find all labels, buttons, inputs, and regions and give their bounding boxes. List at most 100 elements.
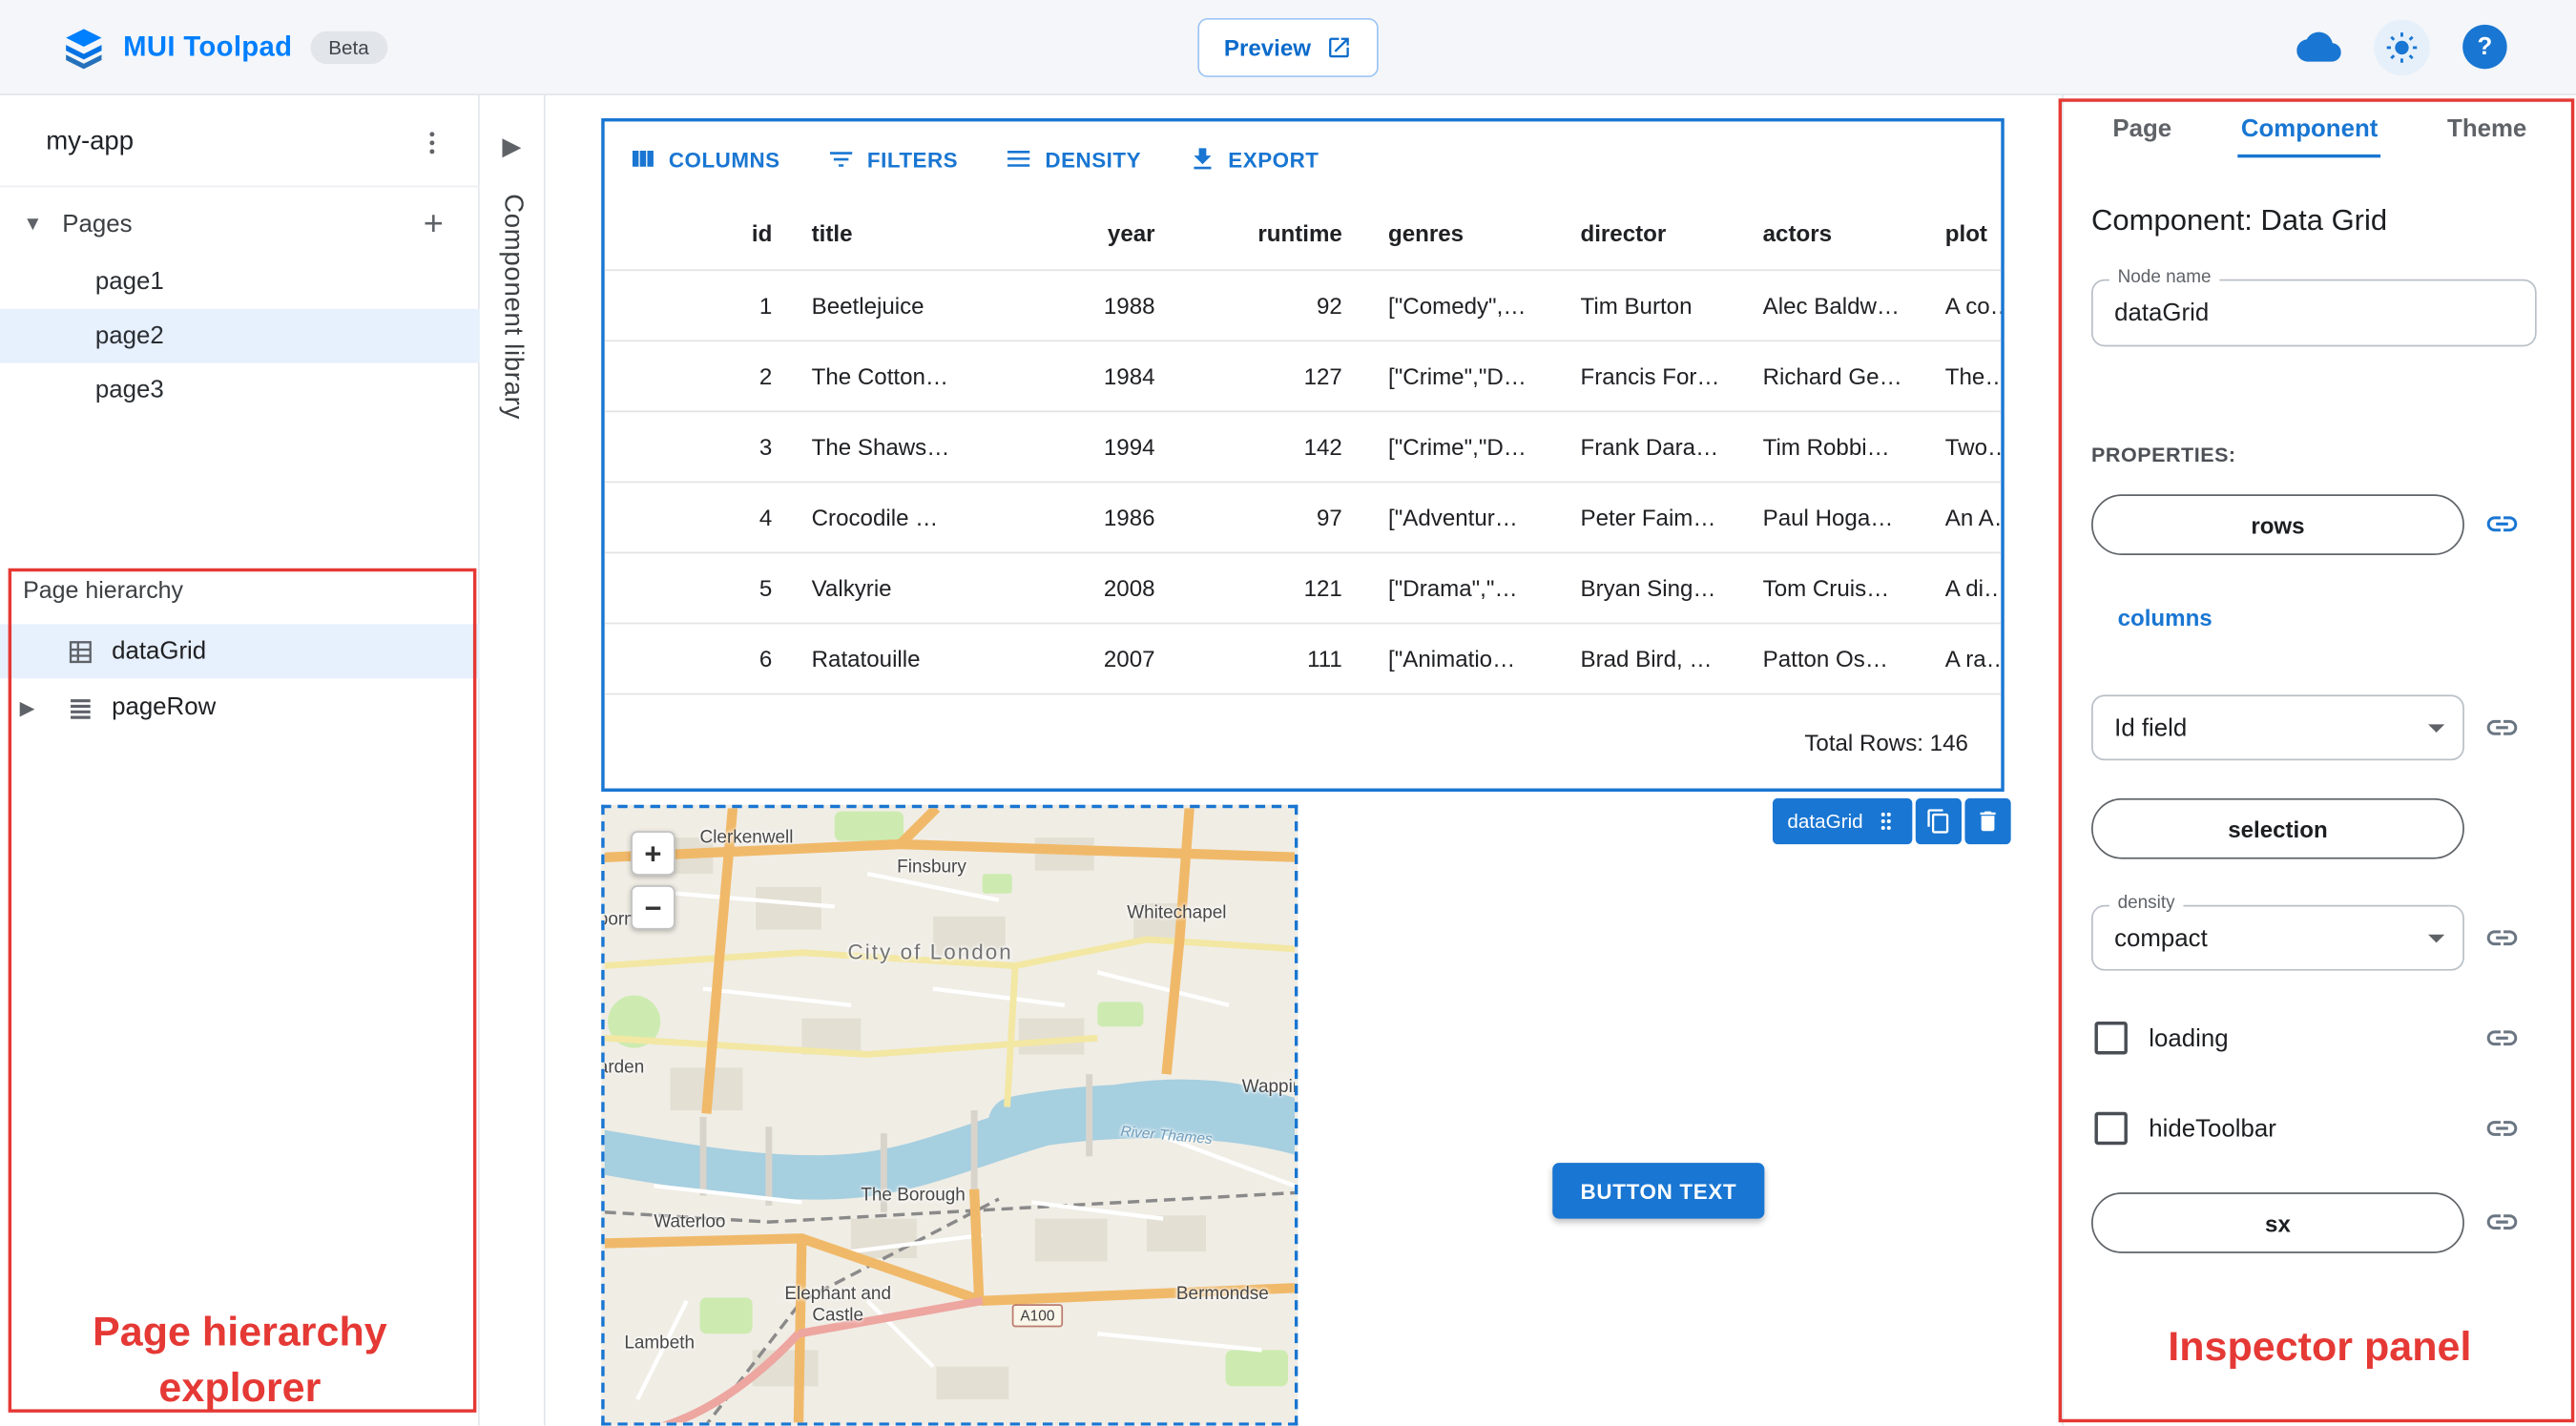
tab-component[interactable]: Component xyxy=(2237,99,2381,157)
bind-hidetoolbar-link-icon[interactable] xyxy=(2484,1110,2521,1147)
cell-actors[interactable]: Paul Hoga… xyxy=(1730,505,1912,531)
column-header-plot[interactable]: plot xyxy=(1912,220,2001,247)
cell-runtime[interactable]: 92 xyxy=(1168,293,1355,320)
zoom-out-button[interactable]: − xyxy=(631,885,675,930)
bind-sx-link-icon[interactable] xyxy=(2484,1204,2521,1240)
cell-actors[interactable]: Tim Robbi… xyxy=(1730,434,1912,461)
density-button[interactable]: DENSITY xyxy=(1004,145,1141,175)
loading-checkbox-row[interactable]: loading xyxy=(2094,1019,2229,1058)
cell-runtime[interactable]: 142 xyxy=(1168,434,1355,461)
cell-actors[interactable]: Tom Cruis… xyxy=(1730,575,1912,602)
map-component[interactable]: Clerkenwell Finsbury Whitechapel City of… xyxy=(601,804,1298,1426)
table-row[interactable]: 4 Crocodile … 1986 97 ["Adventur… Peter … xyxy=(604,481,2002,552)
chevron-down-icon[interactable]: ▼ xyxy=(0,212,42,235)
loading-checkbox[interactable] xyxy=(2094,1022,2128,1055)
cell-title[interactable]: The Cotton… xyxy=(785,363,1081,390)
sx-property-button[interactable]: sx xyxy=(2091,1192,2464,1253)
bind-id-field-link-icon[interactable] xyxy=(2484,710,2521,746)
column-header-title[interactable]: title xyxy=(785,220,1081,247)
columns-property-link[interactable]: columns xyxy=(2118,605,2212,631)
drag-indicator-icon[interactable] xyxy=(1875,810,1898,833)
table-row[interactable]: 3 The Shaws… 1994 142 ["Crime","D… Frank… xyxy=(604,410,2002,481)
cell-genres[interactable]: ["Crime","D… xyxy=(1356,363,1548,390)
table-row[interactable]: 6 Ratatouille 2007 111 ["Animatio… Brad … xyxy=(604,622,2002,693)
cell-year[interactable]: 1994 xyxy=(1081,434,1168,461)
cell-plot[interactable]: The… xyxy=(1912,363,2002,390)
cell-id[interactable]: 3 xyxy=(605,434,785,461)
cell-director[interactable]: Peter Faim… xyxy=(1548,505,1730,531)
cell-year[interactable]: 2007 xyxy=(1081,646,1168,672)
help-button[interactable]: ? xyxy=(2462,24,2507,70)
column-header-runtime[interactable]: runtime xyxy=(1168,220,1355,247)
selection-property-button[interactable]: selection xyxy=(2091,797,2464,859)
component-library-strip[interactable]: ▶ Component library xyxy=(479,94,546,1426)
column-header-director[interactable]: director xyxy=(1548,220,1730,247)
cell-plot[interactable]: An A… xyxy=(1912,505,2002,531)
cell-title[interactable]: The Shaws… xyxy=(785,434,1081,461)
column-header-genres[interactable]: genres xyxy=(1356,220,1548,247)
cell-year[interactable]: 1984 xyxy=(1081,363,1168,390)
cell-id[interactable]: 4 xyxy=(605,505,785,531)
cell-id[interactable]: 6 xyxy=(605,646,785,672)
cell-title[interactable]: Crocodile … xyxy=(785,505,1081,531)
cell-id[interactable]: 1 xyxy=(605,293,785,320)
column-header-year[interactable]: year xyxy=(1081,220,1168,247)
datagrid-component[interactable]: COLUMNS FILTERS DENSITY EXPORT id title xyxy=(601,117,2005,792)
table-row[interactable]: 1 Beetlejuice 1988 92 ["Comedy",… Tim Bu… xyxy=(604,269,2002,340)
sidebar-item-page2[interactable]: page2 xyxy=(0,308,480,363)
cell-runtime[interactable]: 97 xyxy=(1168,505,1355,531)
bind-rows-link-icon[interactable] xyxy=(2484,506,2521,542)
hierarchy-item-pagerow[interactable]: ▶ pageRow xyxy=(0,680,480,734)
sidebar-item-page3[interactable]: page3 xyxy=(0,363,480,418)
filters-button[interactable]: FILTERS xyxy=(826,145,958,175)
cell-genres[interactable]: ["Animatio… xyxy=(1356,646,1548,672)
id-field-select[interactable]: Id field xyxy=(2091,694,2464,761)
cloud-status-icon[interactable] xyxy=(2296,25,2341,69)
export-button[interactable]: EXPORT xyxy=(1187,145,1319,175)
cell-id[interactable]: 5 xyxy=(605,575,785,602)
table-row[interactable]: 2 The Cotton… 1984 127 ["Crime","D… Fran… xyxy=(604,340,2002,410)
cell-runtime[interactable]: 121 xyxy=(1168,575,1355,602)
cell-id[interactable]: 2 xyxy=(605,363,785,390)
cell-director[interactable]: Tim Burton xyxy=(1548,293,1730,320)
selected-node-chip[interactable]: dataGrid xyxy=(1772,797,1913,845)
cell-title[interactable]: Beetlejuice xyxy=(785,293,1081,320)
cell-genres[interactable]: ["Crime","D… xyxy=(1356,434,1548,461)
cell-plot[interactable]: A di… xyxy=(1912,575,2002,602)
cell-year[interactable]: 1988 xyxy=(1081,293,1168,320)
cell-actors[interactable]: Alec Baldw… xyxy=(1730,293,1912,320)
bind-loading-link-icon[interactable] xyxy=(2484,1020,2521,1056)
cell-director[interactable]: Brad Bird, … xyxy=(1548,646,1730,672)
cell-genres[interactable]: ["Adventur… xyxy=(1356,505,1548,531)
add-page-button[interactable]: + xyxy=(424,206,444,240)
cell-runtime[interactable]: 111 xyxy=(1168,646,1355,672)
cell-director[interactable]: Francis For… xyxy=(1548,363,1730,390)
density-select[interactable]: density compact xyxy=(2091,893,2464,971)
hidetoolbar-checkbox-row[interactable]: hideToolbar xyxy=(2094,1108,2276,1147)
cell-plot[interactable]: Two… xyxy=(1912,434,2002,461)
chevron-right-icon[interactable]: ▶ xyxy=(20,695,35,718)
tab-page[interactable]: Page xyxy=(2109,99,2175,156)
preview-button[interactable]: Preview xyxy=(1197,17,1379,77)
cell-title[interactable]: Ratatouille xyxy=(785,646,1081,672)
cell-genres[interactable]: ["Comedy",… xyxy=(1356,293,1548,320)
column-header-id[interactable]: id xyxy=(605,220,785,247)
duplicate-node-button[interactable] xyxy=(1915,797,1962,845)
cell-genres[interactable]: ["Drama","… xyxy=(1356,575,1548,602)
bind-density-link-icon[interactable] xyxy=(2484,920,2521,956)
button-component[interactable]: BUTTON TEXT xyxy=(1552,1163,1765,1219)
cell-year[interactable]: 1986 xyxy=(1081,505,1168,531)
columns-button[interactable]: COLUMNS xyxy=(628,145,780,175)
cell-director[interactable]: Frank Dara… xyxy=(1548,434,1730,461)
sidebar-item-page1[interactable]: page1 xyxy=(0,255,480,309)
column-header-actors[interactable]: actors xyxy=(1730,220,1912,247)
cell-plot[interactable]: A ra… xyxy=(1912,646,2002,672)
theme-toggle-button[interactable] xyxy=(2374,18,2430,75)
expand-library-arrow-icon[interactable]: ▶ xyxy=(502,132,521,160)
rows-property-button[interactable]: rows xyxy=(2091,494,2464,556)
table-row[interactable]: 5 Valkyrie 2008 121 ["Drama","… Bryan Si… xyxy=(604,551,2002,623)
node-name-input[interactable] xyxy=(2092,280,2535,345)
hierarchy-item-datagrid[interactable]: dataGrid xyxy=(0,624,480,679)
cell-plot[interactable]: A co… xyxy=(1912,293,2002,320)
delete-node-button[interactable] xyxy=(1964,797,2011,845)
